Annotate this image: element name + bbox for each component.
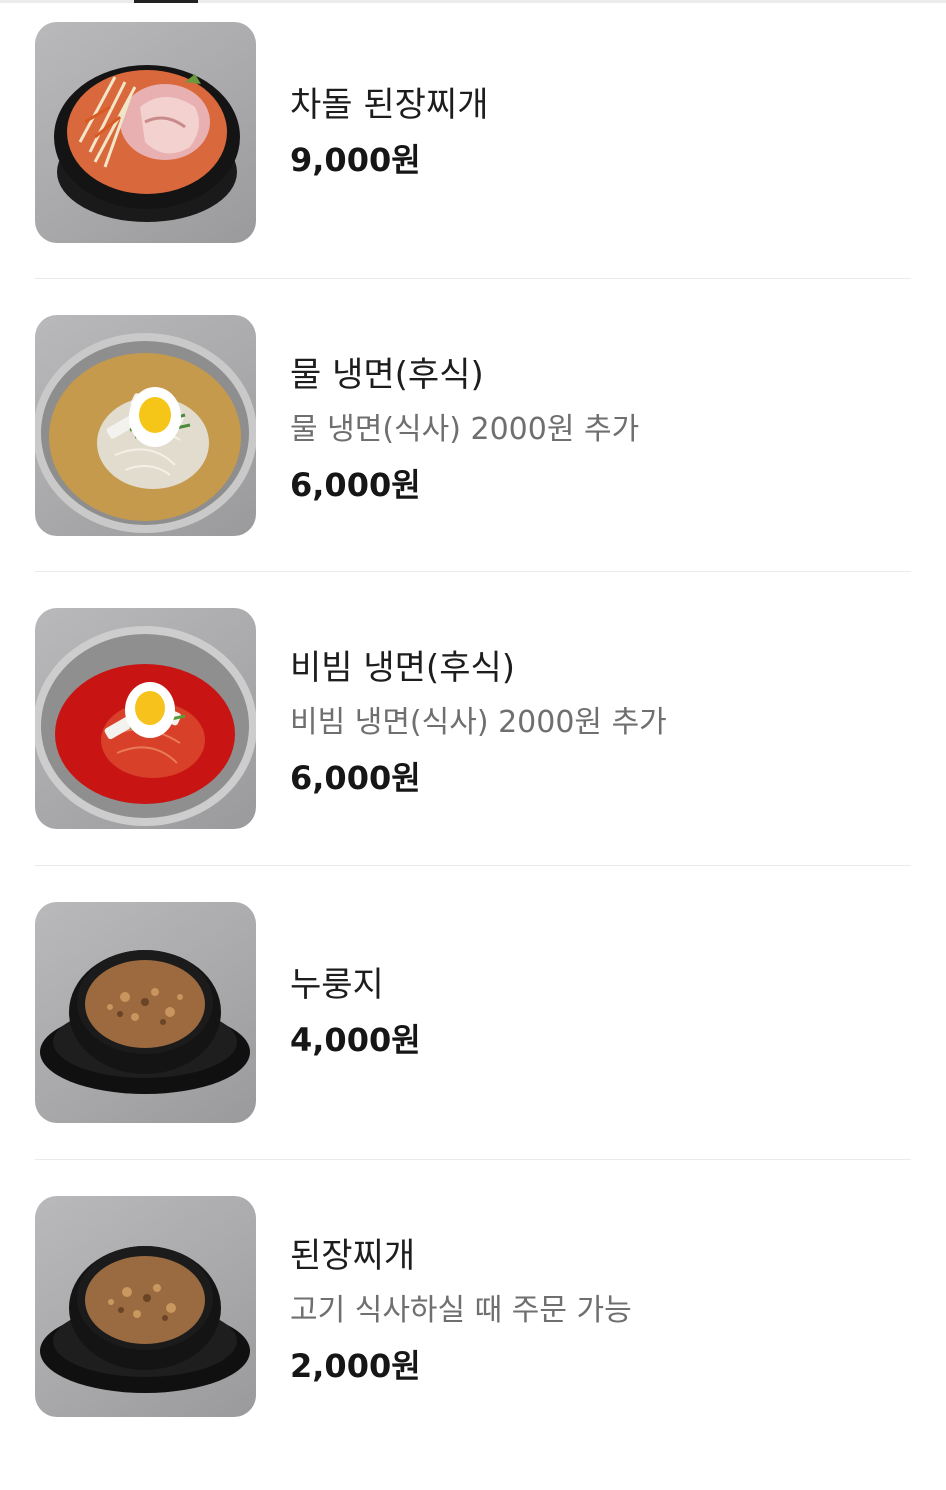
menu-item-name: 차돌 된장찌개 bbox=[290, 85, 489, 125]
menu-item[interactable]: 차돌 된장찌개 9,000원 bbox=[35, 22, 911, 316]
menu-item-price: 2,000원 bbox=[290, 1347, 421, 1385]
menu-item-photo bbox=[35, 608, 256, 829]
menu-item[interactable]: 된장찌개 고기 식사하실 때 주문 가능 2,000원 bbox=[35, 1196, 911, 1490]
menu-item-info: 물 냉면(후식) 물 냉면(식사) 2000원 추가 6,000원 bbox=[290, 355, 890, 505]
menu-item-description: 물 냉면(식사) 2000원 추가 bbox=[290, 412, 640, 447]
menu-item-info: 누룽지 4,000원 bbox=[290, 965, 890, 1060]
menu-item-photo bbox=[35, 22, 256, 243]
menu-item-price: 4,000원 bbox=[290, 1021, 421, 1059]
menu-item-photo bbox=[35, 1196, 256, 1417]
menu-item-price: 6,000원 bbox=[290, 759, 421, 797]
active-tab-indicator bbox=[134, 0, 198, 3]
menu-item-name: 물 냉면(후식) bbox=[290, 355, 484, 395]
menu-item[interactable]: 물 냉면(후식) 물 냉면(식사) 2000원 추가 6,000원 bbox=[35, 315, 911, 609]
menu-item[interactable]: 누룽지 4,000원 bbox=[35, 902, 911, 1196]
menu-item-name: 비빔 냉면(후식) bbox=[290, 648, 516, 688]
divider bbox=[35, 571, 911, 572]
menu-item-price: 6,000원 bbox=[290, 466, 421, 504]
divider bbox=[35, 1159, 911, 1160]
divider bbox=[35, 865, 911, 866]
menu-item-photo bbox=[35, 315, 256, 536]
menu-item-info: 된장찌개 고기 식사하실 때 주문 가능 2,000원 bbox=[290, 1236, 890, 1386]
menu-item-description: 비빔 냉면(식사) 2000원 추가 bbox=[290, 705, 667, 740]
divider bbox=[35, 278, 911, 279]
menu-item-price: 9,000원 bbox=[290, 141, 421, 179]
menu-item-info: 비빔 냉면(후식) 비빔 냉면(식사) 2000원 추가 6,000원 bbox=[290, 648, 890, 798]
menu-item-photo bbox=[35, 902, 256, 1123]
menu-item-name: 누룽지 bbox=[290, 965, 384, 1005]
menu-item-description: 고기 식사하실 때 주문 가능 bbox=[290, 1293, 632, 1328]
menu-item-info: 차돌 된장찌개 9,000원 bbox=[290, 85, 890, 180]
menu-item-name: 된장찌개 bbox=[290, 1236, 416, 1276]
menu-item[interactable]: 비빔 냉면(후식) 비빔 냉면(식사) 2000원 추가 6,000원 bbox=[35, 608, 911, 902]
